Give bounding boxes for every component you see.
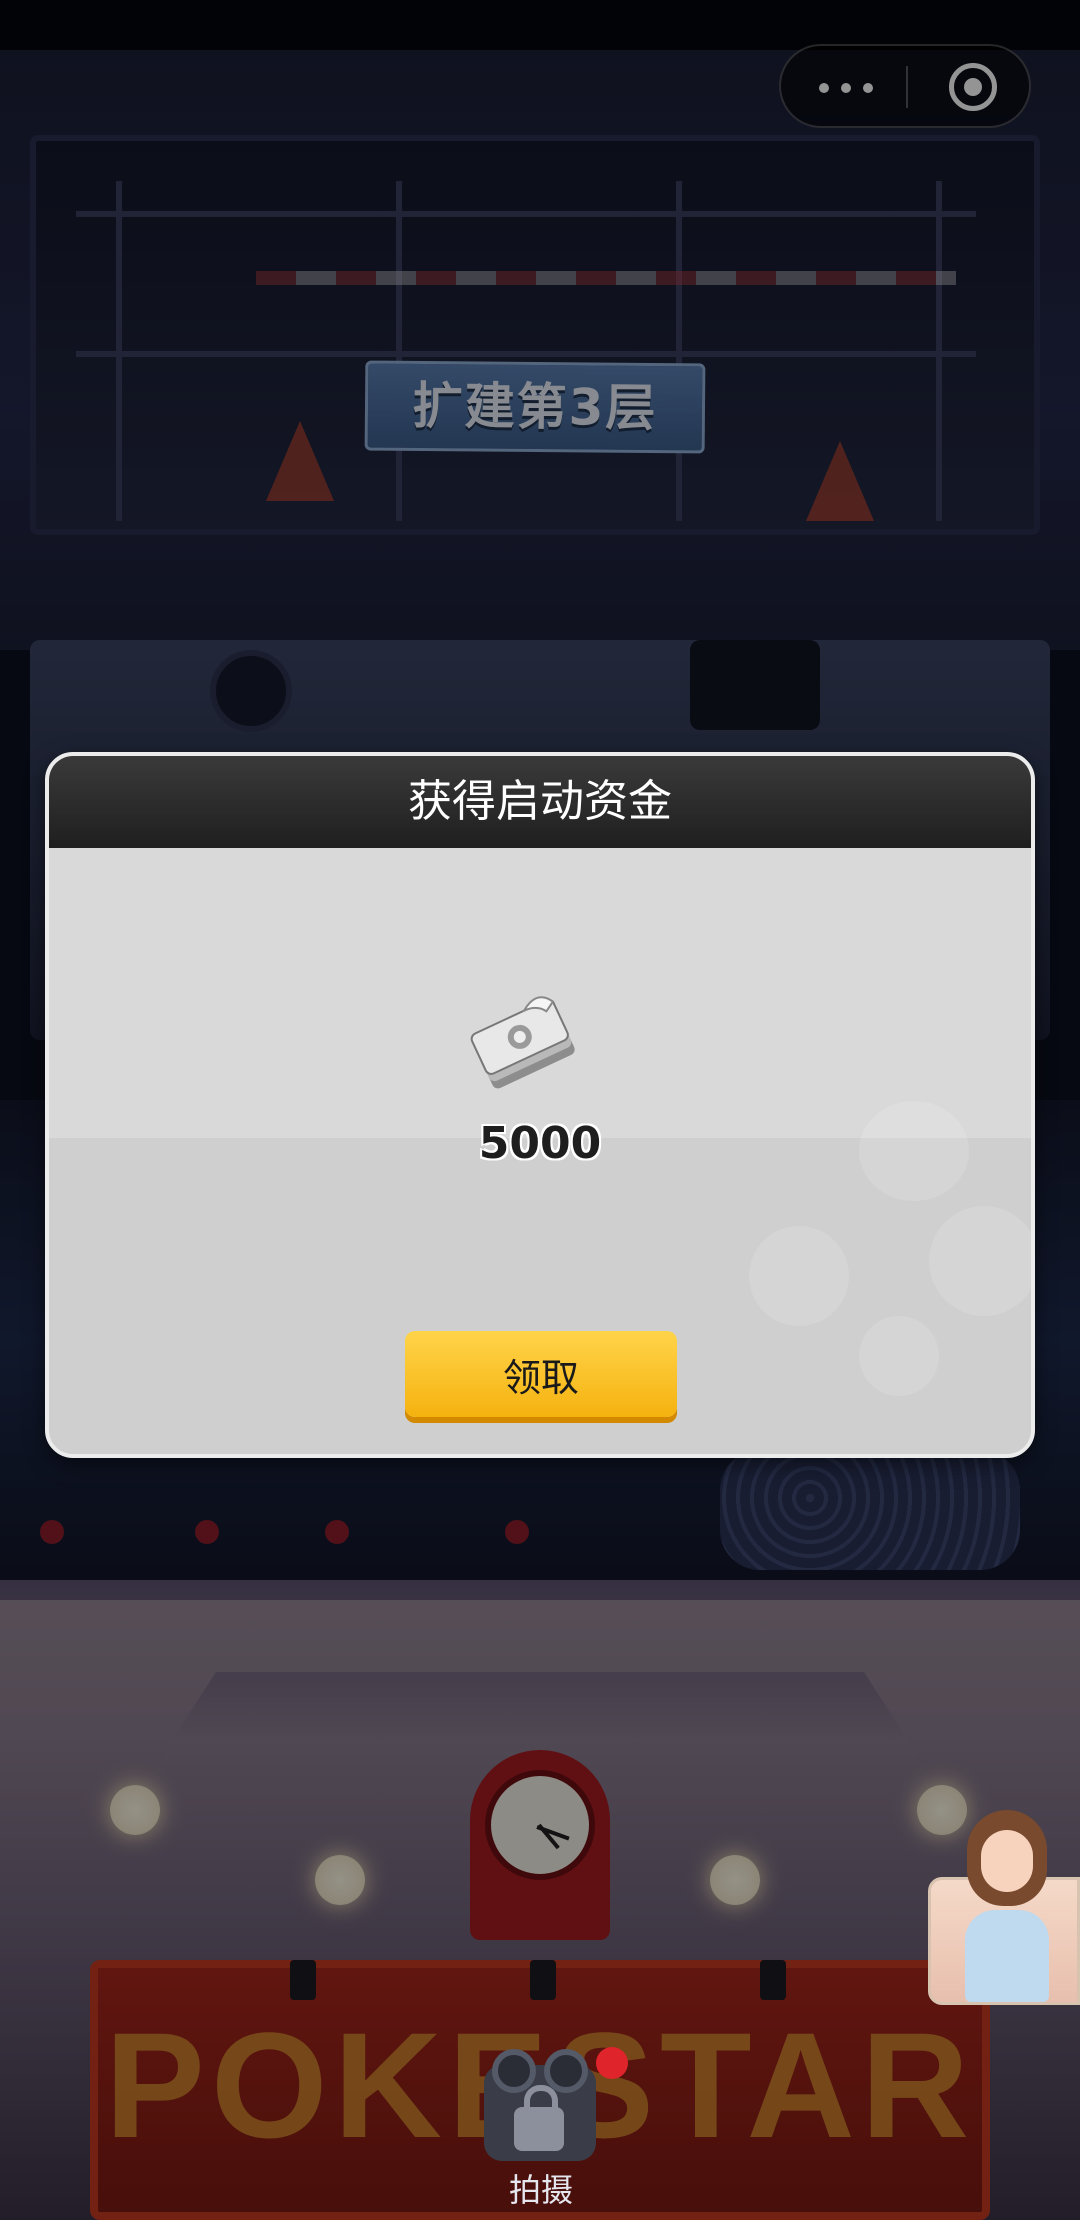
avatar-shortcut[interactable]: [928, 1810, 1080, 2005]
decor-circle: [749, 1226, 849, 1326]
claim-button[interactable]: 领取: [405, 1331, 677, 1417]
avatar-dress: [965, 1910, 1049, 2002]
shoot-label[interactable]: 拍摄: [474, 2165, 608, 2211]
film-reel-icon: [492, 2049, 536, 2093]
startup-funds-modal: 获得启动资金 5000 领取: [45, 752, 1035, 1458]
avatar-face: [981, 1830, 1033, 1892]
decor-circle: [859, 1316, 939, 1396]
notification-badge: [596, 2047, 628, 2079]
film-reel-icon: [544, 2049, 588, 2093]
modal-title: 获得启动资金: [408, 776, 672, 827]
lock-icon: [514, 2085, 564, 2151]
game-scene: 扩建第3层 POKESTAR 获得启动资金: [0, 0, 1080, 2220]
reward-amount: 5000: [478, 1118, 602, 1169]
money-bundle-icon: [470, 996, 575, 1089]
decor-circle: [929, 1206, 1031, 1316]
